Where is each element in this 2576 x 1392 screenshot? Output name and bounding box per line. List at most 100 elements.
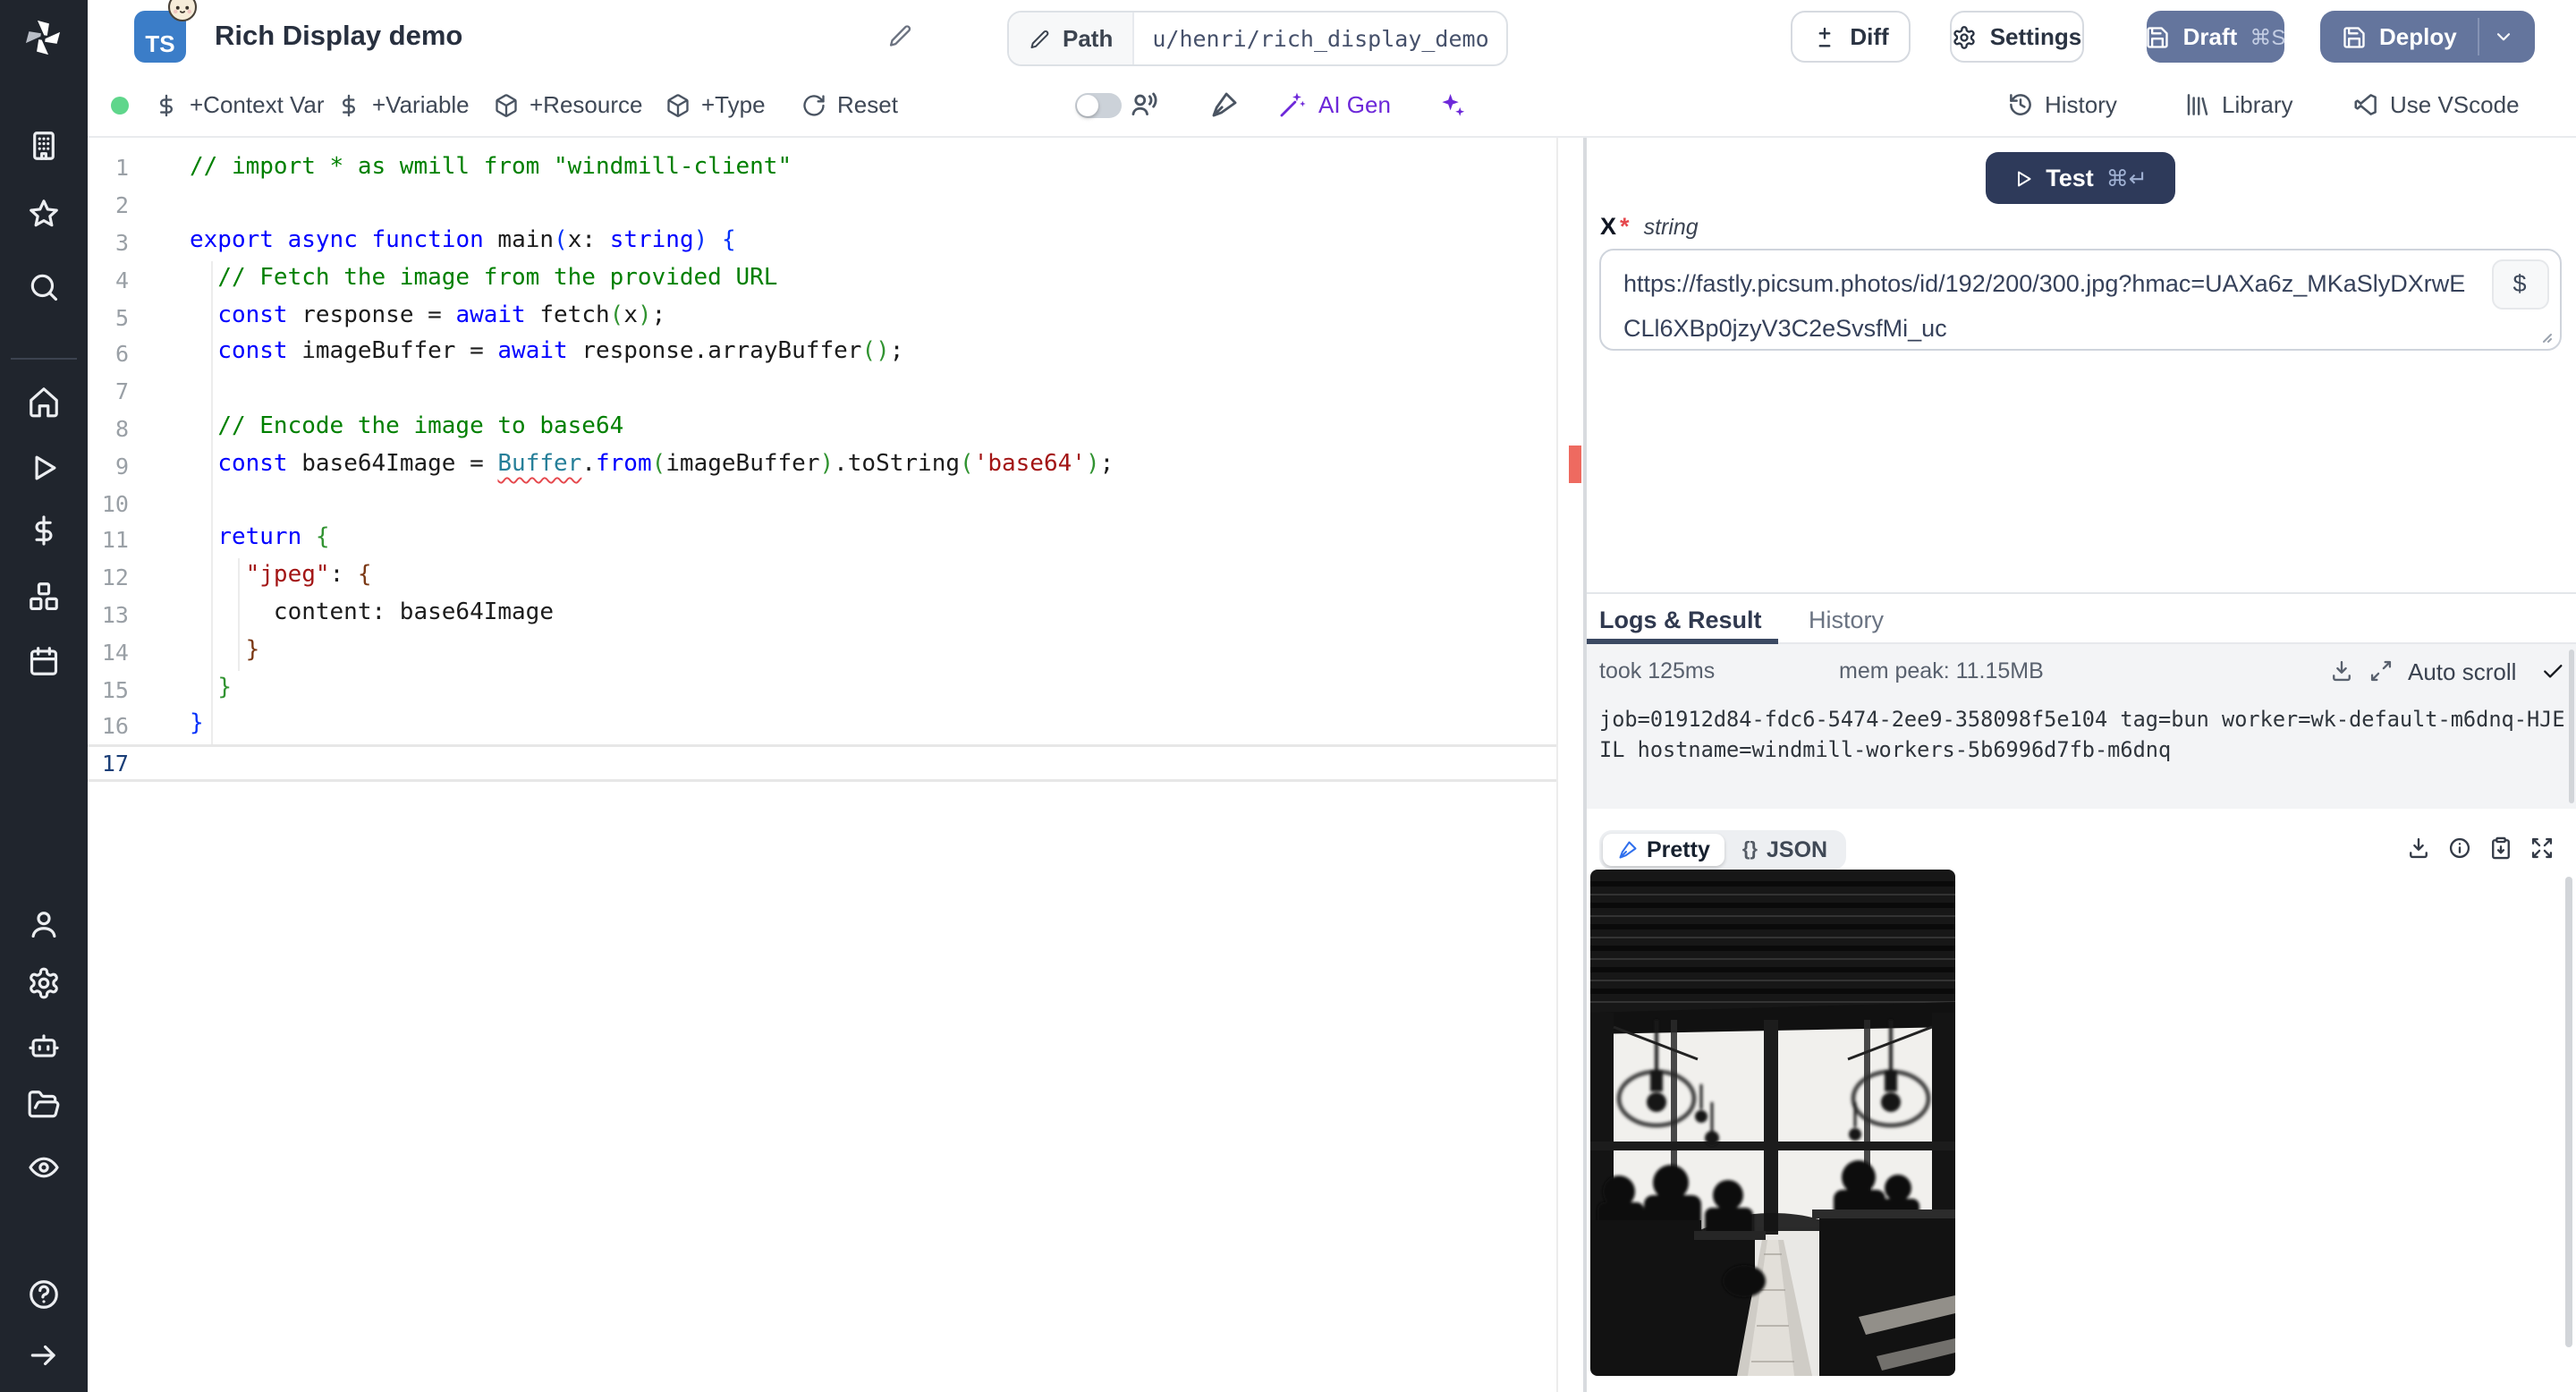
argument-input[interactable]: https://fastly.picsum.photos/id/192/200/… [1598, 248, 2561, 350]
code-line: 15 } [88, 670, 1555, 708]
auto-scroll-label[interactable]: Auto scroll [2408, 659, 2516, 686]
code-line-text[interactable]: const base64Image = Buffer.from(imageBuf… [184, 447, 1555, 485]
multiplayer-button[interactable] [1129, 73, 1159, 136]
chevron-down-icon [2493, 25, 2516, 48]
variables-icon[interactable] [27, 513, 61, 547]
tab-history[interactable]: History [1809, 594, 1884, 645]
deploy-button-group: Deploy [2320, 11, 2535, 63]
workspace-icon[interactable] [27, 128, 61, 162]
edit-path-button[interactable]: Path [1009, 13, 1135, 64]
pretty-view-button[interactable]: Pretty [1602, 834, 1724, 866]
code-line-text[interactable]: const response = await fetch(x); [184, 298, 1555, 335]
library-label: Library [2222, 91, 2293, 118]
code-editor[interactable]: 1// import * as wmill from "windmill-cli… [88, 137, 1555, 1392]
add-context-var-button[interactable]: +Context Var [154, 73, 325, 136]
settings-button[interactable]: Settings [1950, 11, 2084, 63]
folders-icon[interactable] [27, 1087, 61, 1121]
diff-button[interactable]: Diff [1791, 11, 1911, 63]
format-code-button[interactable] [1209, 73, 1240, 136]
multiplayer-toggle[interactable] [1075, 92, 1122, 117]
library-button[interactable]: Library [2184, 73, 2293, 136]
home-icon[interactable] [27, 384, 61, 418]
script-history-button[interactable]: History [2007, 73, 2117, 136]
indent-guide [238, 558, 240, 671]
logs-area: took 125ms mem peak: 11.15MB Auto scroll… [1586, 644, 2576, 810]
code-line: 6 const imageBuffer = await response.arr… [88, 335, 1555, 373]
edit-summary-icon[interactable] [887, 23, 912, 48]
resources-icon[interactable] [27, 579, 61, 613]
line-number[interactable]: 12 [88, 564, 184, 590]
workers-icon[interactable] [27, 1028, 61, 1062]
code-line-text[interactable]: // import * as wmill from "windmill-clie… [184, 149, 1555, 187]
audit-logs-icon[interactable] [27, 1150, 61, 1184]
runs-icon[interactable] [27, 450, 61, 484]
add-variable-button[interactable]: +Variable [336, 73, 470, 136]
code-line-text[interactable]: export async function main(x: string) { [184, 224, 1555, 261]
line-number[interactable]: 4 [88, 267, 184, 293]
logs-scrollbar[interactable] [2568, 649, 2573, 804]
info-icon[interactable] [2447, 836, 2472, 861]
line-number[interactable]: 17 [88, 750, 184, 777]
line-number[interactable]: 13 [88, 601, 184, 628]
package-icon [665, 92, 691, 117]
code-line-text[interactable]: const imageBuffer = await response.array… [184, 335, 1555, 373]
users-icon[interactable] [27, 906, 61, 940]
result-scrollbar[interactable] [2565, 876, 2572, 1346]
ai-fix-button[interactable] [1436, 73, 1467, 136]
search-icon[interactable] [27, 269, 61, 303]
path-label: Path [1063, 25, 1114, 52]
auto-scroll-checkbox[interactable] [2539, 659, 2564, 684]
deploy-menu-button[interactable] [2480, 11, 2529, 63]
code-line-text[interactable]: } [184, 708, 1555, 745]
line-number[interactable]: 1 [88, 155, 184, 182]
line-number[interactable]: 7 [88, 378, 184, 404]
variable-picker-button[interactable]: $ [2491, 259, 2548, 309]
expand-sidebar-icon[interactable] [27, 1337, 61, 1371]
settings-icon[interactable] [27, 965, 61, 999]
reset-button[interactable]: Reset [801, 73, 898, 136]
use-vscode-button[interactable]: Use VScode [2352, 73, 2520, 136]
line-number[interactable]: 8 [88, 415, 184, 442]
ai-gen-button[interactable]: AI Gen [1277, 73, 1391, 136]
json-view-button[interactable]: {} JSON [1728, 834, 1842, 866]
line-number[interactable]: 10 [88, 489, 184, 516]
deploy-button[interactable]: Deploy [2320, 11, 2479, 63]
code-line-text[interactable]: // Fetch the image from the provided URL [184, 261, 1555, 299]
download-logs-button[interactable] [2329, 659, 2354, 684]
history-label: History [2045, 91, 2117, 118]
windmill-logo-icon[interactable] [20, 14, 66, 61]
code-line-text[interactable]: // Encode the image to base64 [184, 410, 1555, 447]
draft-button[interactable]: Draft ⌘S [2147, 11, 2286, 63]
add-resource-button[interactable]: +Resource [494, 73, 642, 136]
schedules-icon[interactable] [27, 643, 61, 677]
line-number[interactable]: 3 [88, 229, 184, 256]
code-line-text[interactable]: "jpeg": { [184, 559, 1555, 597]
code-line-text[interactable]: return { [184, 522, 1555, 559]
help-icon[interactable] [27, 1277, 61, 1311]
copy-result-icon[interactable] [2488, 836, 2513, 861]
download-result-icon[interactable] [2406, 836, 2431, 861]
type-label: +Type [701, 91, 766, 118]
code-line-text[interactable]: } [184, 633, 1555, 671]
result-image [1589, 870, 1954, 1376]
line-number[interactable]: 14 [88, 639, 184, 666]
test-button[interactable]: Test ⌘↵ [1985, 152, 2174, 204]
line-number[interactable]: 6 [88, 341, 184, 368]
code-line-text[interactable]: } [184, 670, 1555, 708]
line-number[interactable]: 16 [88, 713, 184, 740]
magic-wand-icon [1277, 89, 1308, 120]
favorites-icon[interactable] [27, 196, 61, 230]
line-number[interactable]: 15 [88, 675, 184, 702]
add-type-button[interactable]: +Type [665, 73, 766, 136]
line-number[interactable]: 11 [88, 527, 184, 554]
fullscreen-result-icon[interactable] [2529, 836, 2555, 861]
code-line-text[interactable]: content: base64Image [184, 596, 1555, 633]
line-number[interactable]: 2 [88, 191, 184, 218]
line-number[interactable]: 9 [88, 453, 184, 480]
tab-logs-result[interactable]: Logs & Result [1599, 594, 1762, 645]
resize-handle-icon[interactable] [2532, 323, 2554, 344]
expand-logs-button[interactable] [2368, 659, 2394, 684]
test-shortcut: ⌘↵ [2106, 166, 2148, 191]
line-number[interactable]: 5 [88, 303, 184, 330]
draft-shortcut: ⌘S [2250, 24, 2286, 49]
